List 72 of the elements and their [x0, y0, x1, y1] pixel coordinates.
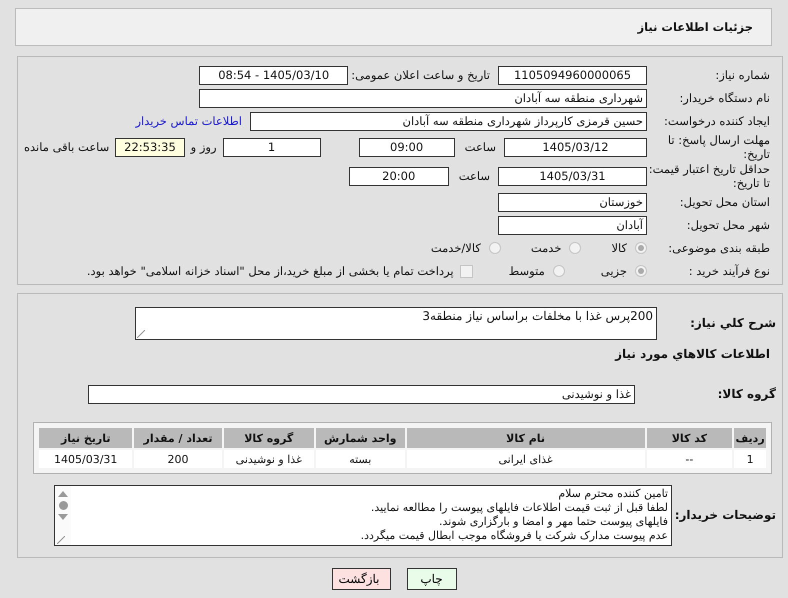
text-area-content: 200پرس غذا با مخلفات براساس نیاز منطقه3 — [422, 308, 653, 322]
radio-button[interactable] — [635, 242, 647, 254]
table-cell: 200 — [134, 450, 222, 468]
text-field[interactable]: 1405/03/31 — [498, 166, 647, 186]
column-header: کد کالا — [646, 428, 732, 448]
notes-line: لطفا قبل از ثبت قیمت اطلاعات فایلهای پیوست را مطالعه نمایید. — [370, 500, 668, 514]
field-label: ساعت — [464, 140, 497, 154]
text-field[interactable]: شهرداری منطقه سه آبادان — [199, 88, 647, 108]
checkbox[interactable] — [460, 264, 473, 278]
field-label: توضیحات خریدار: — [674, 508, 777, 522]
field-label: پرداخت تمام یا بخشی از مبلغ خرید،از محل "اسناد خزانه اسلامی" خواهد بود. — [86, 264, 454, 278]
scroll-thumb-icon — [58, 500, 68, 510]
field-label: شرح کلي نياز: — [689, 316, 777, 330]
column-header: نام کالا — [406, 428, 645, 448]
radio-button[interactable] — [488, 242, 501, 254]
radio-label: متوسط — [508, 264, 545, 278]
text-field[interactable]: حسین قرمزی کارپرداز شهرداری منطقه سه آبادان — [250, 112, 647, 130]
field-label: طبقه بندی موضوعی: — [667, 241, 771, 255]
field-label: حداقل تاریخ اعتبار قیمت: تا تاریخ: — [648, 162, 771, 190]
column-header: گروه کالا — [224, 428, 314, 448]
text-field[interactable]: 1405/03/12 — [504, 138, 647, 156]
radio-label: کالا/خدمت — [430, 241, 481, 255]
print-button[interactable]: چاپ — [406, 568, 456, 590]
text-field[interactable]: 1 — [222, 138, 321, 156]
radio-label: خدمت — [530, 241, 562, 255]
field-label: ساعت باقی مانده — [23, 140, 110, 154]
radio-button[interactable] — [635, 265, 647, 277]
text-field[interactable]: 09:00 — [358, 138, 455, 156]
page-title: جزئیات اطلاعات نیاز — [637, 20, 753, 34]
table-cell: غذا و نوشیدنی — [224, 450, 314, 468]
section-heading: اطلاعات کالاهاي مورد نياز — [615, 347, 771, 361]
notes-line: تامین کننده محترم سلام — [557, 486, 668, 500]
field-label: شماره نیاز: — [714, 68, 771, 82]
field-label: نوع فرآیند خرید : — [688, 264, 771, 278]
notes-line: عدم پیوست مدارک شرکت یا فروشگاه موجب ابطال قیمت میگردد. — [360, 528, 668, 542]
column-header: تاریخ نیاز — [39, 428, 132, 448]
table-cell: غذای ایرانی — [406, 450, 645, 468]
radio-button[interactable] — [552, 265, 565, 277]
field-label: گروه کالا: — [716, 387, 777, 401]
text-area[interactable]: 200پرس غذا با مخلفات براساس نیاز منطقه3 — [135, 306, 657, 340]
column-header: واحد شمارش — [316, 428, 405, 448]
radio-label: جزیی — [600, 264, 627, 278]
table-cell: بسته — [316, 450, 405, 468]
notes-line: فایلهای پیوست حتما مهر و امضا و بارگزاری شوند. — [438, 514, 668, 528]
text-field[interactable]: آبادان — [498, 216, 647, 234]
text-field[interactable]: 20:00 — [348, 166, 449, 186]
table-cell: -- — [646, 450, 732, 468]
field-label: ایجاد کننده درخواست: — [663, 114, 771, 128]
table-cell: 1405/03/31 — [39, 450, 132, 468]
field-label: ساعت — [458, 169, 491, 183]
resize-grip-icon — [137, 330, 145, 338]
resize-grip-icon — [57, 536, 65, 544]
field-label: تاریخ و ساعت اعلان عمومی: — [350, 68, 491, 82]
field-label: استان محل تحویل: — [678, 195, 771, 209]
contact-link[interactable]: اطلاعات تماس خریدار — [135, 114, 242, 128]
field-label: نام دستگاه خریدار: — [678, 91, 771, 105]
field-label: شهر محل تحویل: — [686, 218, 771, 232]
radio-label: کالا — [611, 241, 627, 255]
field-label: روز و — [189, 140, 218, 154]
notes-box[interactable]: تامین کننده محترم سلام لطفا قبل از ثبت قیمت اطلاعات فایلهای پیوست را مطالعه نمایید. فایلهای پیوست حتما مهر و امضا و بارگزاری شوند. عدم پیوست مدارک شرکت یا فروشگاه موجب ابطال قیمت میگردد. — [54, 484, 672, 546]
column-header: تعداد / مقدار — [134, 428, 222, 448]
text-field[interactable]: 1105094960000065 — [498, 66, 647, 84]
text-field[interactable]: 22:53:35 — [115, 138, 185, 156]
column-header: ردیف — [734, 428, 766, 448]
back-button[interactable]: بازگشت — [332, 568, 390, 590]
text-field[interactable]: 1405/03/10 - 08:54 — [199, 66, 348, 84]
text-field[interactable]: خوزستان — [498, 192, 647, 212]
text-field[interactable]: غذا و نوشیدنی — [88, 384, 635, 404]
field-label: مهلت ارسال پاسخ: تا تاریخ: — [666, 133, 771, 161]
scroll-down-icon — [58, 514, 68, 520]
table-cell: 1 — [734, 450, 766, 468]
radio-button[interactable] — [569, 242, 582, 254]
